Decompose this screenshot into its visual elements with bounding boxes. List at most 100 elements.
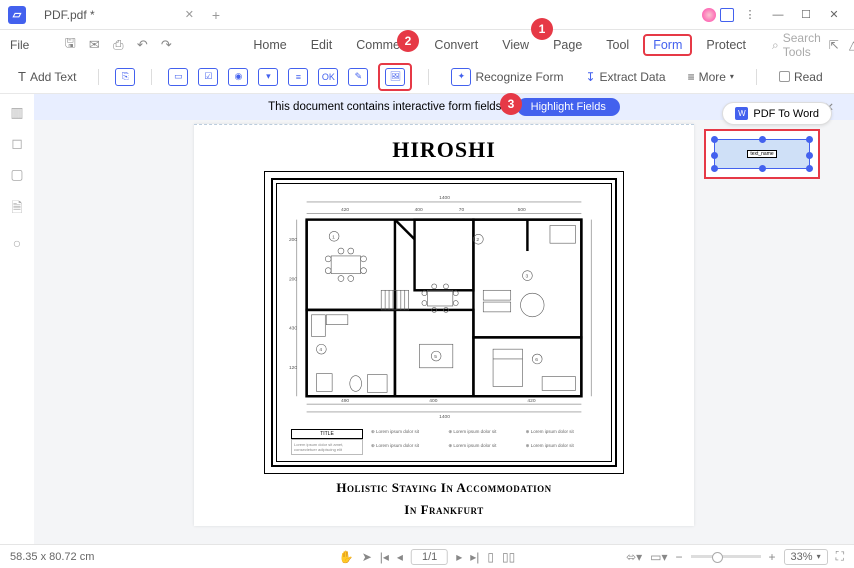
tab-convert[interactable]: Convert — [424, 34, 488, 56]
add-text-button[interactable]: TAdd Text — [12, 65, 82, 88]
coordinates-readout: 58.35 x 80.72 cm — [10, 551, 94, 563]
zoom-out-icon[interactable]: − — [676, 550, 683, 564]
pdf-page: HIROSHI text_name 1400 420 400 70 500 — [194, 124, 694, 526]
svg-text:420: 420 — [341, 207, 349, 213]
legend-items: Lorem ipsum dolor sitLorem ipsum dolor s… — [371, 429, 597, 455]
minimize-button[interactable]: — — [766, 5, 790, 25]
maximize-button[interactable]: ☐ — [794, 5, 818, 25]
signature-field-icon[interactable]: ✎ — [348, 68, 368, 86]
button-field-icon[interactable]: OK — [318, 68, 338, 86]
fullscreen-icon[interactable]: ⛶ — [836, 549, 844, 564]
checkbox-field-icon[interactable]: ☑ — [198, 68, 218, 86]
more-button[interactable]: ≡More▾ — [682, 66, 740, 88]
save-icon[interactable]: 🖫 — [61, 37, 79, 53]
file-menu[interactable]: File — [10, 38, 29, 52]
doc-title: HIROSHI — [392, 137, 496, 163]
zoom-level[interactable]: 33%▾ — [784, 549, 828, 565]
highlight-fields-button[interactable]: Highlight Fields — [517, 98, 620, 116]
radio-field-icon[interactable]: ◉ — [228, 68, 248, 86]
share-icon[interactable]: ⇱ — [829, 38, 839, 52]
svg-text:490: 490 — [341, 398, 349, 404]
account-avatar-icon[interactable] — [702, 8, 716, 22]
menubar: File 🖫 ✉ ⎙ ↶ ↷ Home Edit Comment Convert… — [0, 30, 854, 60]
tab-close-icon[interactable]: ✕ — [185, 8, 194, 21]
tab-view[interactable]: View — [492, 34, 539, 56]
image-form-field[interactable]: text_name — [704, 129, 820, 179]
zoom-in-icon[interactable]: + — [769, 550, 776, 564]
svg-text:500: 500 — [518, 207, 526, 213]
comments-panel-icon[interactable]: ▢ — [10, 166, 23, 183]
hand-tool-icon[interactable]: ✋ — [339, 550, 354, 564]
doc-subtitle-1: Holistic Staying In Accommodation — [194, 480, 694, 496]
legend-title: TITLE — [291, 429, 363, 439]
mail-icon[interactable]: ✉ — [85, 37, 103, 53]
app-logo: ▱ — [8, 6, 26, 24]
list-field-icon[interactable]: ≡ — [288, 68, 308, 86]
window-new-icon[interactable] — [720, 8, 734, 22]
page-indicator[interactable]: 1/1 — [411, 549, 448, 565]
svg-text:200: 200 — [289, 237, 297, 243]
svg-text:5: 5 — [434, 354, 437, 360]
text-field-icon[interactable]: ▭ — [168, 68, 188, 86]
svg-text:420: 420 — [527, 398, 535, 404]
fit-width-icon[interactable]: ⬄▾ — [626, 550, 642, 564]
recognize-form-button[interactable]: ✦Recognize Form — [445, 64, 569, 90]
svg-text:200: 200 — [289, 276, 297, 282]
zoom-slider[interactable] — [691, 555, 761, 558]
callout-3: 3 — [500, 93, 522, 115]
search-panel-icon[interactable]: ○ — [13, 235, 21, 251]
field-label: text_name — [747, 150, 776, 158]
tab-home[interactable]: Home — [243, 34, 296, 56]
tab-tool[interactable]: Tool — [596, 34, 639, 56]
svg-text:120: 120 — [289, 365, 297, 371]
svg-text:1400: 1400 — [439, 414, 450, 420]
dropdown-field-icon[interactable]: ▾ — [258, 68, 278, 86]
read-toggle[interactable]: Read — [773, 66, 829, 88]
redo-icon[interactable]: ↷ — [157, 37, 175, 53]
select-tool-icon[interactable]: ➤ — [362, 550, 372, 564]
close-window-button[interactable]: ✕ — [822, 5, 846, 25]
pdf-to-word-button[interactable]: WPDF To Word — [722, 102, 832, 125]
quick-access-toolbar: 🖫 ✉ ⎙ ↶ ↷ — [61, 37, 175, 53]
add-tab-button[interactable]: + — [212, 7, 220, 23]
single-page-icon[interactable]: ▯ — [487, 550, 494, 564]
tab-protect[interactable]: Protect — [696, 34, 756, 56]
kebab-menu-icon[interactable]: ⋮ — [738, 5, 762, 25]
tab-edit[interactable]: Edit — [301, 34, 343, 56]
svg-text:3: 3 — [525, 274, 528, 280]
tab-page[interactable]: Page — [543, 34, 592, 56]
image-field-button[interactable]: 🖼 — [378, 63, 412, 91]
svg-text:4: 4 — [319, 347, 322, 353]
two-page-icon[interactable]: ▯▯ — [502, 550, 515, 564]
callout-2: 2 — [397, 30, 419, 52]
next-page-icon[interactable]: ▸ — [456, 550, 462, 564]
tab-form[interactable]: Form — [643, 34, 692, 56]
search-icon: ⌕ — [772, 38, 779, 53]
doc-subtitle-2: In Frankfurt — [194, 502, 694, 518]
svg-text:70: 70 — [459, 207, 465, 213]
svg-text:1400: 1400 — [439, 195, 450, 201]
thumbnails-icon[interactable]: ▥ — [10, 104, 23, 121]
print-icon[interactable]: ⎙ — [109, 37, 127, 53]
banner-message: This document contains interactive form … — [268, 101, 505, 113]
search-tools[interactable]: ⌕ Search Tools — [772, 31, 821, 59]
svg-text:6: 6 — [535, 357, 538, 363]
document-tab[interactable]: PDF.pdf * ✕ — [36, 4, 202, 26]
first-page-icon[interactable]: |◂ — [380, 550, 389, 564]
document-area: This document contains interactive form … — [34, 94, 854, 544]
extract-data-button[interactable]: ↧Extract Data — [579, 66, 671, 88]
attachments-icon[interactable]: 🗎 — [11, 197, 22, 221]
undo-icon[interactable]: ↶ — [133, 37, 151, 53]
svg-text:1: 1 — [332, 234, 335, 240]
fit-page-icon[interactable]: ▭▾ — [650, 550, 667, 564]
form-edit-icon[interactable]: ⎘ — [115, 68, 135, 86]
svg-text:400: 400 — [429, 398, 437, 404]
floor-plan: 1400 420 400 70 500 — [264, 171, 624, 474]
last-page-icon[interactable]: ▸| — [470, 550, 479, 564]
prev-page-icon[interactable]: ◂ — [397, 550, 403, 564]
form-toolbar: TAdd Text ⎘ ▭ ☑ ◉ ▾ ≡ OK ✎ 🖼 ✦Recognize … — [0, 60, 854, 94]
bookmarks-icon[interactable]: ◻ — [11, 135, 23, 152]
cloud-icon[interactable]: △ — [849, 38, 854, 52]
titlebar: ▱ PDF.pdf * ✕ + ⋮ — ☐ ✕ — [0, 0, 854, 30]
svg-text:430: 430 — [289, 326, 297, 332]
